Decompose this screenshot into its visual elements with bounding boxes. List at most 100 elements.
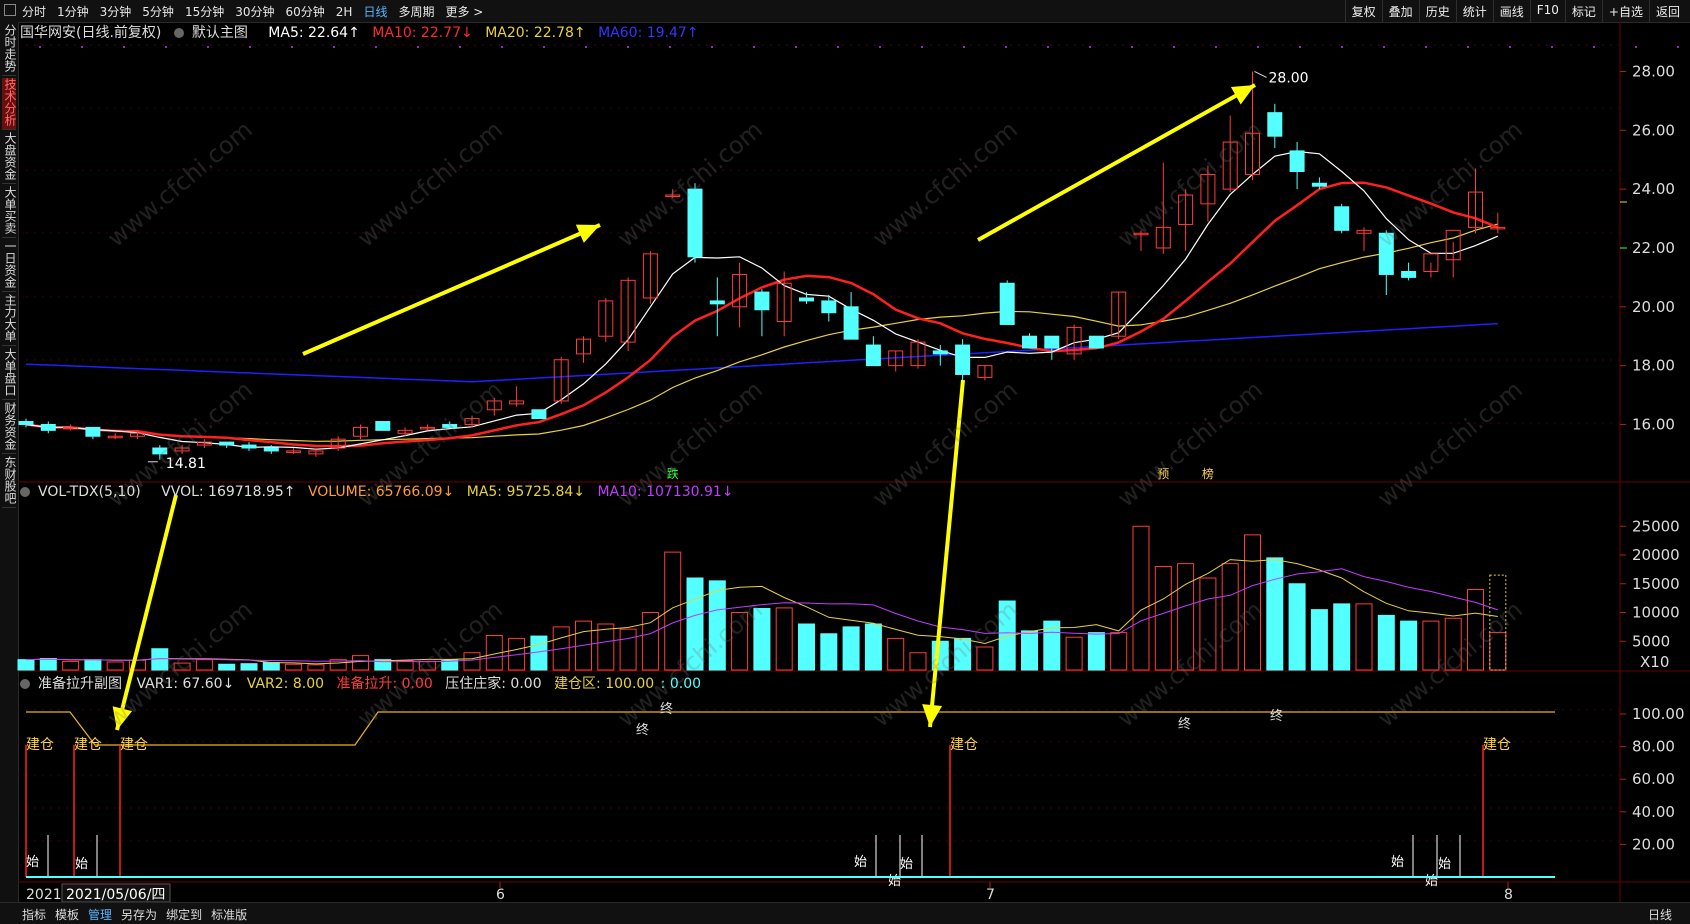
volume-bar[interactable] <box>463 652 481 671</box>
candle-body[interactable] <box>799 297 814 302</box>
start-label: 始 <box>26 855 39 870</box>
month-label: 8 <box>1504 887 1513 903</box>
candle-body[interactable] <box>263 447 279 452</box>
volume-bar[interactable] <box>106 661 124 671</box>
candle-body[interactable] <box>1311 182 1327 187</box>
signal-dot <box>417 46 419 48</box>
candle-body[interactable] <box>709 300 725 305</box>
candle-body[interactable] <box>85 426 101 437</box>
build-label: 建仓 <box>120 737 148 753</box>
volume-bar[interactable] <box>1310 609 1328 671</box>
volume-bar[interactable] <box>1266 557 1284 671</box>
volume-bar[interactable] <box>864 623 882 671</box>
volume-bar[interactable] <box>262 662 280 671</box>
volume-bar[interactable] <box>1110 632 1128 671</box>
volume-bar[interactable] <box>1355 603 1373 671</box>
build-label: 建仓 <box>1483 737 1511 753</box>
candle-body[interactable] <box>1334 206 1350 231</box>
bottom-tool[interactable]: 管理 <box>88 908 112 922</box>
candle-body[interactable] <box>375 421 391 431</box>
bottom-tool[interactable]: 另存为 <box>121 908 157 922</box>
candle-body[interactable] <box>18 421 34 425</box>
candle-body[interactable] <box>1088 335 1104 349</box>
volume-bar[interactable] <box>285 663 303 671</box>
volume-value: VOLUME: 65766.09↓ <box>307 484 455 500</box>
volume-bar[interactable] <box>1377 614 1395 671</box>
candle-body[interactable] <box>932 350 948 355</box>
ma60-value: MA60: 19.47↑ <box>598 25 699 41</box>
volume-bar[interactable] <box>62 660 80 671</box>
price-axis-label: 26.00 <box>1632 121 1675 139</box>
var1-value: VAR1: 67.60↓ <box>136 676 235 692</box>
candle-body[interactable] <box>1267 112 1283 137</box>
candle-body[interactable] <box>1044 335 1060 349</box>
start-label: 始 <box>854 855 867 870</box>
candle-body[interactable] <box>843 306 859 340</box>
vol-indicator-name[interactable]: VOL-TDX(5,10) <box>20 484 149 500</box>
volume-bar[interactable] <box>218 663 236 671</box>
period-label[interactable]: 日线 <box>1648 906 1672 923</box>
start-label: 始 <box>1438 857 1451 872</box>
volume-axis-label: 5000 <box>1632 632 1670 650</box>
date-axis-first: 2021 <box>26 887 62 903</box>
volume-bar[interactable] <box>1154 566 1172 671</box>
volume-bar[interactable] <box>820 633 838 671</box>
candle-body[interactable] <box>241 444 257 449</box>
stock-title[interactable]: 国华网安(日线.前复权) <box>20 25 161 41</box>
volume-bar[interactable] <box>842 626 860 671</box>
sub-indicator-name[interactable]: 准备拉升副图 <box>20 676 130 692</box>
bottom-tool[interactable]: 标准版 <box>211 908 247 922</box>
signal-dot <box>501 46 503 48</box>
candle-body[interactable] <box>40 423 56 431</box>
candle-body[interactable] <box>1401 271 1417 278</box>
candle-body[interactable] <box>1289 150 1305 172</box>
volume-bar[interactable] <box>775 607 793 671</box>
volume-bar[interactable] <box>641 612 659 671</box>
signal-dot <box>669 46 671 48</box>
volume-bar[interactable] <box>84 659 102 671</box>
candle-body[interactable] <box>219 441 235 446</box>
volume-bar[interactable] <box>597 623 615 671</box>
candle-body[interactable] <box>821 300 837 314</box>
volume-bar[interactable] <box>1132 525 1150 671</box>
candle-body[interactable] <box>955 344 971 375</box>
volume-bar[interactable] <box>1021 630 1038 671</box>
price-axis-label: 16.00 <box>1632 415 1675 433</box>
signal-dot <box>375 46 377 48</box>
signal-dot <box>1593 46 1595 48</box>
volume-bar[interactable] <box>240 663 258 671</box>
signal-dot <box>333 46 335 48</box>
volume-axis-label: 10000 <box>1632 604 1680 622</box>
candle-body[interactable] <box>754 291 770 311</box>
volume-bar[interactable] <box>39 658 57 671</box>
volume-bar[interactable] <box>352 655 369 671</box>
price-axis-label: 28.00 <box>1632 62 1675 80</box>
bottom-tool[interactable]: 指标 <box>22 908 46 922</box>
volume-bar[interactable] <box>1333 603 1351 671</box>
bottom-tool[interactable]: 绑定到 <box>166 908 202 922</box>
ma20-value: MA20: 22.78↑ <box>485 25 586 41</box>
template-label[interactable]: 默认主图 <box>173 25 256 41</box>
candle-body[interactable] <box>1022 335 1037 349</box>
volume-bar[interactable] <box>1065 636 1083 671</box>
volume-bar[interactable] <box>17 659 35 671</box>
volume-bar[interactable] <box>307 664 325 671</box>
volume-bar[interactable] <box>1087 632 1105 671</box>
bottom-tool[interactable]: 模板 <box>55 908 79 922</box>
candle-body[interactable] <box>531 409 547 420</box>
volume-bar[interactable] <box>1288 583 1306 671</box>
signal-dot <box>795 46 797 48</box>
vol-ma5-value: MA5: 95725.84↓ <box>466 484 585 500</box>
volume-bar[interactable] <box>887 637 905 671</box>
signal-dot <box>249 46 251 48</box>
volume-bar[interactable] <box>798 623 815 671</box>
build-label: 建仓 <box>74 737 102 753</box>
signal-dot <box>1299 46 1301 48</box>
annotation-arrow <box>302 223 601 356</box>
candle-body[interactable] <box>999 282 1015 325</box>
signal-dot <box>1425 46 1427 48</box>
candle-body[interactable] <box>865 344 881 367</box>
bottom-toolbar: 指标 模板 管理 另存为 绑定到 标准版 日线 <box>0 902 1690 924</box>
volume-bar[interactable] <box>1400 620 1418 671</box>
volume-bar[interactable] <box>619 628 637 671</box>
